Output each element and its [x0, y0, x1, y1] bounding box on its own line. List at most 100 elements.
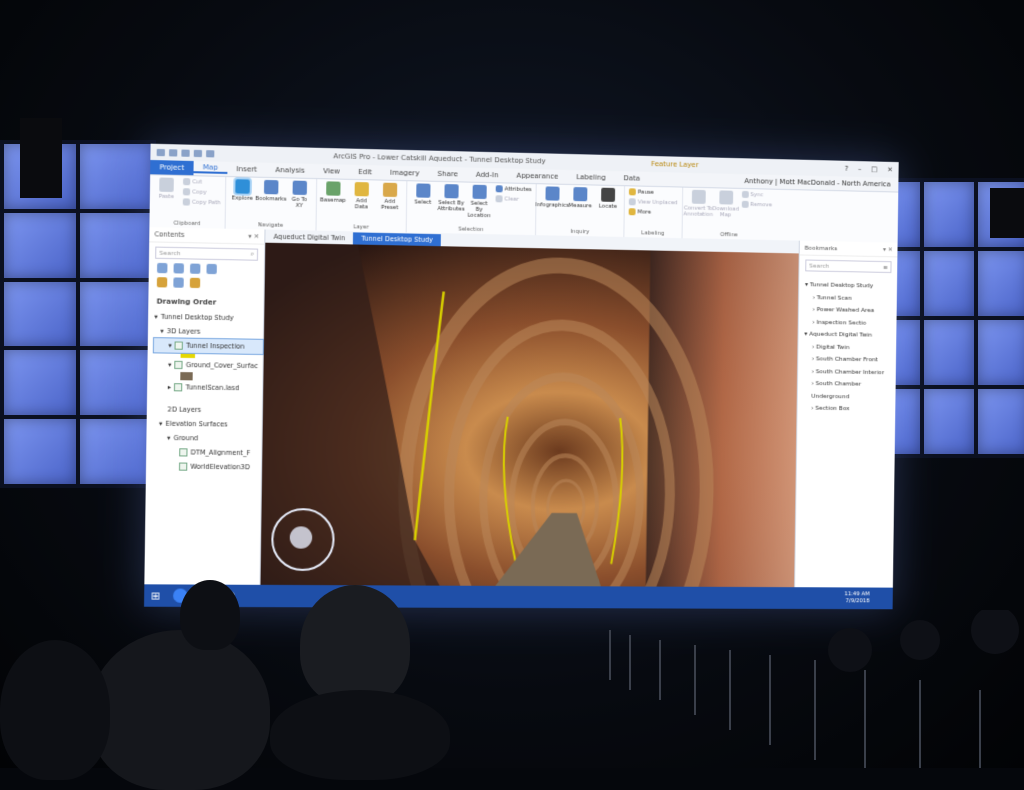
- convert-to-annotation-button[interactable]: Convert To Annotation: [683, 189, 713, 218]
- infographics-icon: [545, 186, 560, 201]
- tab-data[interactable]: Data: [615, 174, 649, 183]
- audience-head: [180, 580, 240, 650]
- layer-dtm[interactable]: DTM_Alignment_F: [152, 445, 261, 460]
- tab-edit[interactable]: Edit: [349, 168, 381, 177]
- user-account[interactable]: Anthony | Mott MacDonald - North America: [744, 177, 898, 189]
- tab-project[interactable]: Project: [150, 159, 194, 176]
- bookmarks-button[interactable]: Bookmarks: [255, 179, 287, 203]
- download-map-button[interactable]: Download Map: [712, 190, 739, 218]
- infographics-button[interactable]: Infographics: [535, 186, 569, 209]
- list-by-selection-icon[interactable]: [190, 263, 201, 274]
- remove-button[interactable]: Remove: [741, 200, 772, 209]
- close-icon[interactable]: ▾ ✕: [248, 232, 259, 240]
- 3d-scene-view[interactable]: [260, 242, 799, 588]
- remove-icon: [741, 200, 749, 208]
- measure-button[interactable]: Measure: [568, 187, 592, 209]
- clear-icon: [495, 195, 503, 203]
- list-by-source-icon[interactable]: [173, 263, 184, 274]
- add-preset-button[interactable]: Add Preset: [377, 182, 402, 212]
- cut-button[interactable]: Cut: [183, 178, 221, 186]
- layer-group: Basemap Add Data Add Preset Layer: [316, 179, 408, 234]
- explore-button[interactable]: Explore: [230, 179, 255, 202]
- tree-ground[interactable]: ▾ Ground: [153, 431, 262, 446]
- tree-elevation-surfaces[interactable]: ▾ Elevation Surfaces: [153, 416, 262, 431]
- copy-button[interactable]: Copy: [182, 188, 221, 196]
- select-by-location-icon: [472, 184, 487, 200]
- tab-labeling[interactable]: Labeling: [567, 173, 614, 182]
- bookmark-item[interactable]: › Power Washed Area: [805, 304, 893, 318]
- bookmark-item[interactable]: › South Chamber Front: [804, 353, 892, 367]
- layer-tree: ▾ Tunnel Desktop Study ▾ 3D Layers ▾ Tun…: [152, 310, 264, 475]
- list-by-snapping-icon[interactable]: [156, 277, 168, 288]
- visibility-checkbox[interactable]: [174, 383, 183, 392]
- bookmark-item[interactable]: › South Chamber Underground: [803, 378, 891, 404]
- symbol-swatch: [180, 372, 193, 381]
- contents-search-input[interactable]: Search ⌕: [155, 246, 259, 261]
- layer-tunnel-inspection[interactable]: ▾ Tunnel Inspection: [152, 336, 264, 356]
- basemap-button[interactable]: Basemap: [320, 181, 346, 204]
- close-button[interactable]: ✕: [887, 166, 893, 174]
- tab-view[interactable]: View: [314, 167, 349, 176]
- binoculars-icon: [601, 187, 616, 202]
- view-unplaced-icon: [628, 198, 636, 206]
- layer-ground-cover[interactable]: ▾ Ground_Cover_Surfac: [154, 357, 263, 373]
- work-area: Contents ▾ ✕ Search ⌕ Drawing Order ▾ Tunn…: [144, 227, 898, 588]
- bookmark-item[interactable]: ▾ Tunnel Desktop Study: [805, 279, 893, 293]
- tab-map[interactable]: Map: [193, 163, 228, 174]
- bookmark-item[interactable]: › Section Box: [803, 403, 891, 416]
- sync-button[interactable]: Sync: [741, 190, 772, 199]
- contents-title: Contents: [154, 230, 185, 240]
- quick-access-toolbar[interactable]: [156, 148, 215, 157]
- visibility-checkbox[interactable]: [179, 448, 188, 457]
- select-button[interactable]: Select: [411, 183, 435, 206]
- list-by-labeling-icon[interactable]: [173, 277, 184, 288]
- more-button[interactable]: More: [628, 208, 678, 216]
- offline-group: Convert To Annotation Download Map Sync …: [682, 188, 776, 242]
- attributes-button[interactable]: Attributes: [495, 185, 532, 193]
- windows-start-icon[interactable]: ⊞: [144, 589, 167, 602]
- maximize-button[interactable]: □: [871, 165, 878, 173]
- tree-2d-layers[interactable]: 2D Layers: [153, 402, 262, 418]
- copy-icon: [182, 188, 191, 196]
- paste-button[interactable]: Paste: [154, 177, 179, 200]
- visibility-checkbox[interactable]: [174, 360, 183, 370]
- labeling-group: Pause View Unplaced More Labeling: [624, 186, 683, 240]
- clear-button[interactable]: Clear: [495, 195, 531, 203]
- pause-icon: [628, 188, 636, 196]
- list-by-drawing-order-icon[interactable]: [157, 262, 168, 274]
- select-by-attributes-button[interactable]: Select By Attributes: [437, 184, 465, 213]
- select-by-location-button[interactable]: Select By Location: [467, 184, 492, 220]
- basemap-icon: [325, 181, 341, 196]
- tunnel-point-cloud: [260, 242, 799, 588]
- search-icon: ⌕: [250, 250, 254, 258]
- close-icon[interactable]: ▾ ✕: [883, 246, 893, 253]
- paste-icon: [159, 177, 174, 193]
- tab-imagery[interactable]: Imagery: [381, 168, 428, 178]
- add-data-button[interactable]: Add Data: [349, 181, 374, 211]
- bookmarks-search-input[interactable]: Search ≡: [805, 259, 892, 274]
- pause-button[interactable]: Pause: [628, 188, 678, 196]
- view-unplaced-button[interactable]: View Unplaced: [628, 198, 678, 206]
- visibility-checkbox[interactable]: [178, 462, 188, 471]
- list-by-charts-icon[interactable]: [189, 277, 201, 289]
- list-by-editing-icon[interactable]: [206, 263, 217, 275]
- tab-appearance[interactable]: Appearance: [507, 171, 567, 181]
- menu-icon[interactable]: ≡: [883, 264, 888, 271]
- minimize-button[interactable]: –: [858, 165, 861, 173]
- taskbar-clock[interactable]: 11:49 AM 7/9/2018: [844, 591, 893, 605]
- go-to-xy-button[interactable]: Go To XY: [287, 180, 312, 209]
- crosshair-icon: [292, 180, 307, 196]
- add-preset-icon: [382, 182, 398, 198]
- layer-world-elevation[interactable]: WorldElevation3D: [152, 459, 261, 474]
- visibility-checkbox[interactable]: [174, 341, 184, 350]
- copy-path-button[interactable]: Copy Path: [182, 198, 221, 206]
- help-button[interactable]: ?: [845, 165, 849, 173]
- locate-button[interactable]: Locate: [596, 187, 620, 210]
- bookmark-item[interactable]: ▾ Aqueduct Digital Twin: [804, 329, 892, 343]
- tab-share[interactable]: Share: [428, 170, 467, 179]
- layer-tunnel-scan[interactable]: ▸ TunnelScan.lasd: [153, 380, 262, 396]
- tab-insert[interactable]: Insert: [227, 165, 266, 174]
- tab-add-in[interactable]: Add-In: [467, 171, 508, 180]
- selection-group: Select Select By Attributes Select By Lo…: [406, 181, 537, 237]
- tab-analysis[interactable]: Analysis: [266, 166, 314, 175]
